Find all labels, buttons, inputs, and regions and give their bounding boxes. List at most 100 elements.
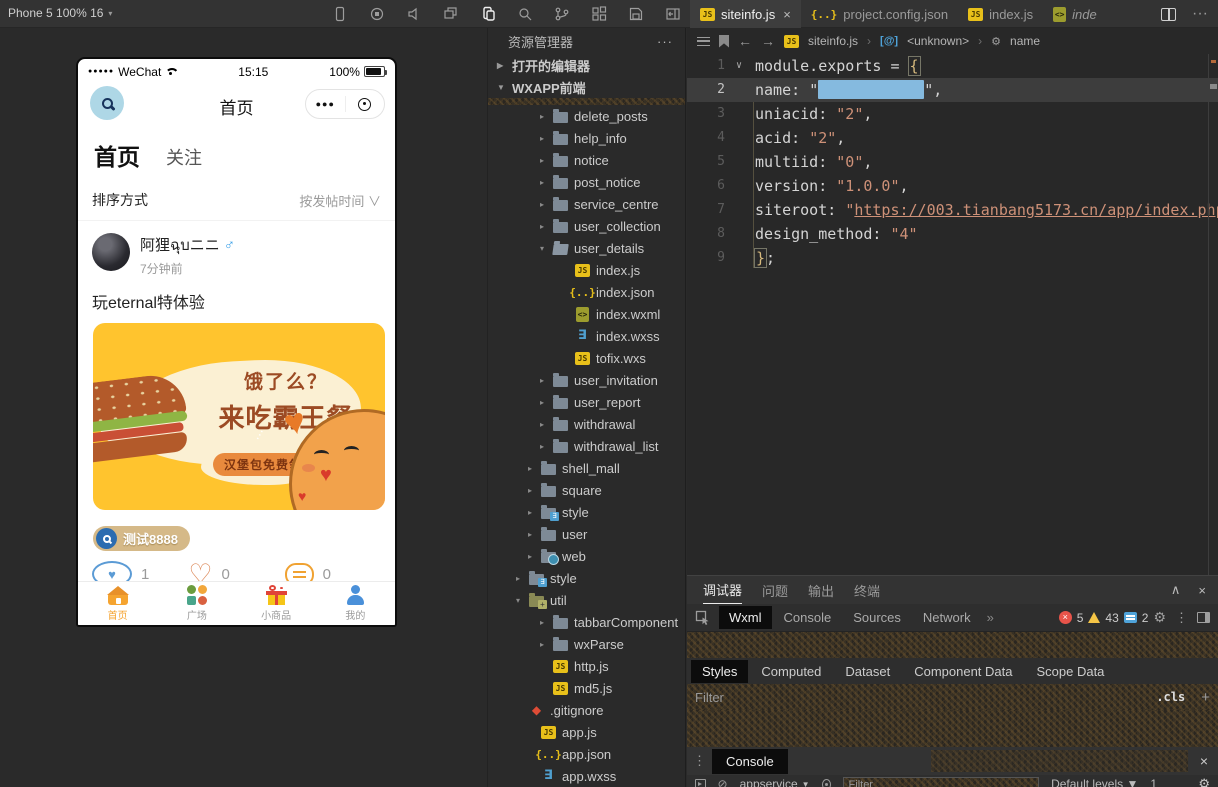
console-drawer-tab[interactable]: Console [712,748,788,774]
close-icon[interactable]: × [1198,583,1206,598]
code-area[interactable]: 1 ∨ module.exports = {2 name: " ", 3 uniacid: … [687,54,1218,270]
error-count[interactable]: 5 [1077,611,1084,625]
exit-button[interactable] [346,97,385,111]
tab-index-wxml-preview[interactable]: <> inde [1043,0,1107,28]
context-selector[interactable]: appservice ▼ [740,777,810,787]
tab-component-data[interactable]: Component Data [903,660,1023,683]
tree-item[interactable]: ▸ service_centre [488,193,685,215]
forward-arrow-icon[interactable]: → [761,33,775,49]
sort-dropdown[interactable]: 按发帖时间 ∨ [299,191,381,210]
search-icon[interactable] [517,6,533,22]
close-icon[interactable]: × [783,7,791,22]
breadcrumb-file[interactable]: siteinfo.js [808,34,858,48]
devtools-tab-wxml[interactable]: Wxml [719,606,772,629]
fold-chevron-icon[interactable]: ∨ [731,54,747,78]
tree-item[interactable]: ▸ withdrawal_list [488,435,685,457]
back-arrow-icon[interactable]: ← [738,33,752,49]
clear-console-icon[interactable]: ⊘ [718,777,728,787]
tree-item[interactable]: ▾ user_details [488,237,685,259]
inspect-icon[interactable] [695,610,711,626]
console-filter-input[interactable]: Filter [842,777,1040,787]
tree-item[interactable]: <> index.wxml [488,303,685,325]
code-line[interactable]: 3 uniacid: "2", [687,102,1218,126]
post-tag[interactable]: 测试8888 [93,526,190,551]
tab-scope-data[interactable]: Scope Data [1025,660,1115,683]
tree-item[interactable]: ▸ tabbarComponent [488,611,685,633]
filter-input[interactable]: Filter [695,690,724,705]
save-icon[interactable] [628,6,644,22]
code-line[interactable]: 1 ∨ module.exports = { [687,54,1218,78]
tree-item[interactable]: ▸ user [488,523,685,545]
tree-item[interactable]: ▸ withdrawal [488,413,685,435]
more-tabs-icon[interactable]: » [987,610,994,625]
tab-debugger[interactable]: 调试器 [703,576,743,604]
avatar[interactable] [92,233,130,271]
section-project-root[interactable]: ▼ WXAPP前端 [488,76,685,98]
tab-computed[interactable]: Computed [750,660,832,683]
code-line[interactable]: 9}; [687,246,1218,270]
devtools-tab-sources[interactable]: Sources [843,606,911,629]
tree-item[interactable]: ▸ style [488,501,685,523]
code-line[interactable]: 6 version: "1.0.0", [687,174,1218,198]
console-sidebar-icon[interactable] [695,779,706,787]
tree-item[interactable]: JS app.js [488,721,685,743]
console-settings-icon[interactable]: ⚙ [1198,777,1210,787]
tree-item[interactable]: ▸ notice [488,149,685,171]
tree-item[interactable]: ▸ style [488,567,685,589]
tree-item[interactable]: ▸ web [488,545,685,567]
post-image-banner[interactable]: 饿了么？ 来吃霸王餐 汉堡包免费领 ♥ ⋯ ♥ ♥ [93,323,385,510]
separate-window-icon[interactable] [480,6,496,22]
code-line[interactable]: 4 acid: "2", [687,126,1218,150]
tree-item[interactable]: JS md5.js [488,677,685,699]
add-style-icon[interactable]: + [1201,689,1210,706]
more-actions-icon[interactable]: ··· [1192,5,1208,23]
breadcrumb-symbol[interactable]: name [1010,34,1040,48]
tree-item[interactable]: ▸ user_collection [488,215,685,237]
device-selector[interactable]: Phone 5 100% 16 ▾ [8,6,112,20]
breadcrumb-node[interactable]: <unknown> [907,34,969,48]
tree-item[interactable]: ▸ user_report [488,391,685,413]
tree-item[interactable]: ∃ index.wxss [488,325,685,347]
phone-icon[interactable] [332,6,348,22]
tree-item[interactable]: JS http.js [488,655,685,677]
tree-item[interactable]: JS index.js [488,259,685,281]
tab-problems[interactable]: 问题 [762,576,788,604]
section-open-editors[interactable]: ▶ 打开的编辑器 [488,54,685,76]
tabbar-item-shop[interactable]: 小商品 [237,582,316,625]
split-editor-icon[interactable] [1161,7,1177,21]
bookmark-icon[interactable] [719,34,729,48]
devtools-tab-console[interactable]: Console [774,606,842,629]
close-icon[interactable]: × [1200,753,1208,769]
tree-item[interactable]: ▸ help_info [488,127,685,149]
tab-styles[interactable]: Styles [691,659,749,683]
tab-home[interactable]: 首页 [88,138,146,173]
eye-icon[interactable] [821,779,831,787]
tab-dataset[interactable]: Dataset [834,660,901,683]
tab-follow[interactable]: 关注 [166,144,202,172]
tree-item[interactable]: ▸ shell_mall [488,457,685,479]
tree-item[interactable]: ▸ square [488,479,685,501]
tab-terminal[interactable]: 终端 [854,576,880,604]
tree-item[interactable]: ▸ delete_posts [488,105,685,127]
more-menu-button[interactable]: ●●● [306,99,345,109]
cls-toggle[interactable]: .cls [1156,690,1185,704]
tree-item[interactable]: {..} index.json [488,281,685,303]
tree-item[interactable]: ▸ user_invitation [488,369,685,391]
kebab-menu-icon[interactable]: ⋮ [1175,610,1188,626]
tab-project-config-json[interactable]: {..} project.config.json [801,0,958,28]
tab-index-js[interactable]: JS index.js [958,0,1043,28]
tabbar-item-square[interactable]: 广场 [157,582,236,625]
windows-icon[interactable] [443,6,459,22]
overview-ruler[interactable] [1208,54,1218,575]
tree-item[interactable]: ∃ app.wxss [488,765,685,787]
git-branch-icon[interactable] [554,6,570,22]
drawer-menu-icon[interactable]: ⋮ [693,753,706,769]
record-icon[interactable] [369,6,385,22]
username[interactable]: 阿狸ฉุบニニ ♂ [140,233,235,257]
dock-side-icon[interactable] [1197,612,1210,623]
devtools-tab-network[interactable]: Network [913,606,981,629]
explorer-more-icon[interactable]: ··· [657,34,673,49]
code-line[interactable]: 5 multiid: "0", [687,150,1218,174]
code-line[interactable]: 7 siteroot: "https://003.tianbang5173.cn/… [687,198,1218,222]
layout-grid-icon[interactable] [591,6,607,22]
